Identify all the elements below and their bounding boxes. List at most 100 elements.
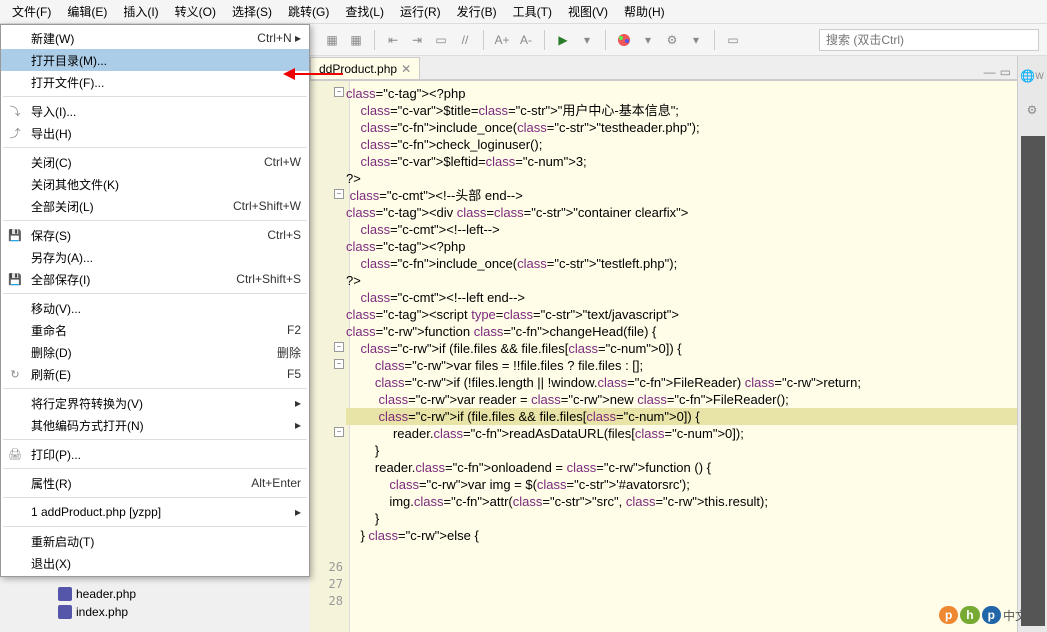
chevron-down-icon[interactable]: ▾ <box>686 30 706 50</box>
code-line: class="c-rw">function class="c-fn">chang… <box>346 323 1017 340</box>
brand-p2-icon: p <box>982 606 1001 624</box>
menu-help[interactable]: 帮助(H) <box>616 1 673 22</box>
menu-item-icon: ↻ <box>7 366 23 382</box>
menu-separator <box>3 220 307 221</box>
code-line: class="c-var">$title=class="c-str">"用户中心… <box>346 102 1017 119</box>
toolbar-palette-icon[interactable] <box>614 30 634 50</box>
code-line: class="c-tag"><?php <box>346 85 1017 102</box>
menu-item[interactable]: 重命名F2 <box>1 319 309 341</box>
menu-item-label: 导入(I)... <box>31 103 301 120</box>
menu-item[interactable]: 打开文件(F)... <box>1 71 309 93</box>
toolbar-icon-5[interactable]: ▭ <box>431 30 451 50</box>
tab-maximize-icon[interactable]: ▭ <box>1000 65 1011 79</box>
menu-separator <box>3 388 307 389</box>
menu-item[interactable]: ↻刷新(E)F5 <box>1 363 309 385</box>
menu-edit[interactable]: 编辑(E) <box>59 1 115 22</box>
search-input[interactable] <box>819 29 1039 51</box>
toolbar-icon-2[interactable]: ▦ <box>346 30 366 50</box>
menu-item-shortcut: Alt+Enter <box>251 476 301 490</box>
menu-item[interactable]: 将行定界符转换为(V)▸ <box>1 392 309 414</box>
menu-item[interactable]: 重新启动(T) <box>1 530 309 552</box>
toolbar-font-inc-icon[interactable]: A+ <box>492 30 512 50</box>
menu-item-shortcut: 删除 <box>277 344 301 361</box>
toolbar-icon-4[interactable]: ⇥ <box>407 30 427 50</box>
gear-icon[interactable]: ⚙ <box>1018 96 1046 124</box>
fold-icon[interactable]: − <box>334 427 344 437</box>
code-line: class="c-tag"><?php <box>346 238 1017 255</box>
menu-item[interactable]: 退出(X) <box>1 552 309 574</box>
menu-item[interactable]: 关闭其他文件(K) <box>1 173 309 195</box>
code-line: reader.class="c-fn">onloadend = class="c… <box>346 459 1017 476</box>
menu-item-icon: 🖨 <box>7 446 23 462</box>
chevron-down-icon[interactable]: ▾ <box>638 30 658 50</box>
toolbar-icon-1[interactable]: ▦ <box>322 30 342 50</box>
menu-item[interactable]: 1 addProduct.php [yzpp]▸ <box>1 501 309 523</box>
fold-icon[interactable]: − <box>334 359 344 369</box>
code-line: class="c-cmt"><!--头部 end--> <box>346 187 1017 204</box>
toolbar-window-icon[interactable]: ▭ <box>723 30 743 50</box>
menu-item[interactable]: 移动(V)... <box>1 297 309 319</box>
menu-goto[interactable]: 跳转(G) <box>280 1 337 22</box>
tree-item-header[interactable]: header.php <box>40 585 300 603</box>
menu-item-icon: 💾 <box>7 227 23 243</box>
toolbar-run-icon[interactable]: ▶ <box>553 30 573 50</box>
menu-item[interactable]: 💾保存(S)Ctrl+S <box>1 224 309 246</box>
code-line: class="c-cmt"><!--left--> <box>346 221 1017 238</box>
fold-icon[interactable]: − <box>334 189 344 199</box>
menu-item-shortcut: F5 <box>287 367 301 381</box>
code-line: img.class="c-fn">attr(class="c-str">"src… <box>346 493 1017 510</box>
menu-escape[interactable]: 转义(O) <box>167 1 224 22</box>
menu-publish[interactable]: 发行(B) <box>449 1 505 22</box>
menu-view[interactable]: 视图(V) <box>560 1 616 22</box>
annotation-arrow-icon <box>283 66 343 82</box>
menu-item-label: 将行定界符转换为(V) <box>31 395 295 412</box>
fold-icon[interactable]: − <box>334 87 344 97</box>
toolbar-gear-icon[interactable]: ⚙ <box>662 30 682 50</box>
menu-item-shortcut: Ctrl+Shift+W <box>233 199 301 213</box>
menu-item[interactable]: 🖨打印(P)... <box>1 443 309 465</box>
code-content[interactable]: class="c-tag"><?php class="c-var">$title… <box>344 85 1017 544</box>
tree-item-index[interactable]: index.php <box>40 603 300 621</box>
menu-item[interactable]: 其他编码方式打开(N)▸ <box>1 414 309 436</box>
minimap[interactable] <box>1021 136 1045 626</box>
toolbar-icon-3[interactable]: ⇤ <box>383 30 403 50</box>
menu-item[interactable]: 关闭(C)Ctrl+W <box>1 151 309 173</box>
menu-item[interactable]: 💾全部保存(I)Ctrl+Shift+S <box>1 268 309 290</box>
menu-insert[interactable]: 插入(I) <box>115 1 166 22</box>
menu-item[interactable]: 另存为(A)... <box>1 246 309 268</box>
menu-select[interactable]: 选择(S) <box>224 1 280 22</box>
menu-find[interactable]: 查找(L) <box>337 1 392 22</box>
toolbar-font-dec-icon[interactable]: A- <box>516 30 536 50</box>
menu-item[interactable]: 全部关闭(L)Ctrl+Shift+W <box>1 195 309 217</box>
brand-text: 中文网 <box>1003 607 1039 624</box>
toolbar-icon-6[interactable]: // <box>455 30 475 50</box>
brand-h-icon: h <box>960 606 979 624</box>
fold-icon[interactable]: − <box>334 342 344 352</box>
menu-item[interactable]: 打开目录(M)... <box>1 49 309 71</box>
menu-item-icon: ⤴ <box>7 125 23 141</box>
menu-item[interactable]: 删除(D)删除 <box>1 341 309 363</box>
menu-file[interactable]: 文件(F) <box>4 1 59 22</box>
menu-item-shortcut: ▸ <box>295 396 301 410</box>
menu-item[interactable]: ⤴导出(H) <box>1 122 309 144</box>
menu-separator <box>3 468 307 469</box>
tab-minimize-icon[interactable]: — <box>984 65 996 79</box>
menubar: 文件(F) 编辑(E) 插入(I) 转义(O) 选择(S) 跳转(G) 查找(L… <box>0 0 1047 24</box>
code-editor[interactable]: 26 27 28 − − − − − class="c-tag"><?php c… <box>310 80 1017 632</box>
menu-item-icon: ⤵ <box>7 103 23 119</box>
menu-item[interactable]: 属性(R)Alt+Enter <box>1 472 309 494</box>
globe-icon[interactable]: 🌐 W <box>1018 62 1046 90</box>
close-icon[interactable]: ✕ <box>401 62 411 76</box>
menu-item-label: 全部关闭(L) <box>31 198 233 215</box>
menu-item[interactable]: ⤵ 导入(I)... <box>1 100 309 122</box>
menu-item-shortcut: Ctrl+N ▸ <box>257 31 301 45</box>
menu-item[interactable]: 新建(W)Ctrl+N ▸ <box>1 27 309 49</box>
menu-separator <box>3 439 307 440</box>
menu-separator <box>3 526 307 527</box>
menu-item-label: 关闭(C) <box>31 154 264 171</box>
menu-separator <box>3 147 307 148</box>
code-line: class="c-rw">if (file.files && file.file… <box>346 408 1017 425</box>
menu-run[interactable]: 运行(R) <box>392 1 449 22</box>
menu-tools[interactable]: 工具(T) <box>505 1 560 22</box>
chevron-down-icon[interactable]: ▾ <box>577 30 597 50</box>
